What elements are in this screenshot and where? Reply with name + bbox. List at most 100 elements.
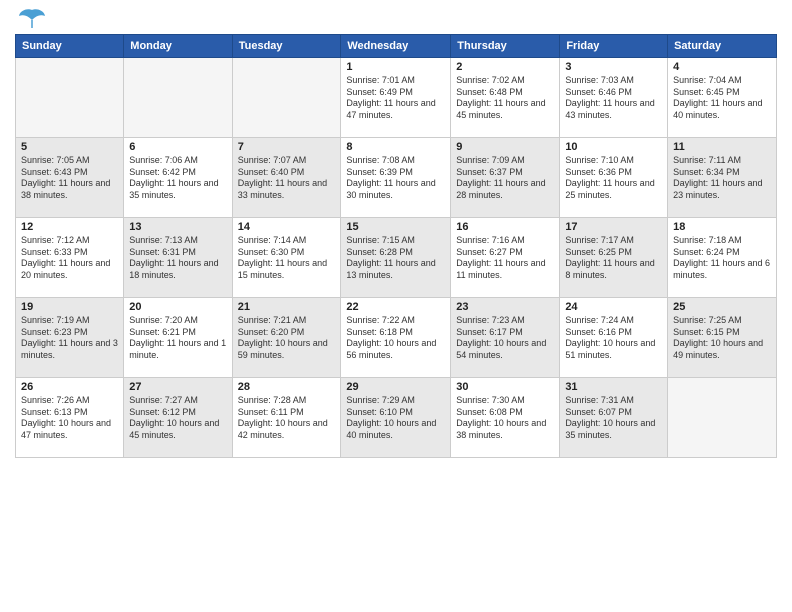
calendar-cell: 15 Sunrise: 7:15 AM Sunset: 6:28 PM Dayli… [341, 218, 451, 298]
day-info: Sunrise: 7:05 AM Sunset: 6:43 PM Dayligh… [21, 155, 118, 202]
day-info: Sunrise: 7:27 AM Sunset: 6:12 PM Dayligh… [129, 395, 226, 442]
calendar-cell: 5Sunrise: 7:05 AM Sunset: 6:43 PM Daylig… [16, 138, 124, 218]
page: SundayMondayTuesdayWednesdayThursdayFrid… [0, 0, 792, 612]
calendar-cell: 27 Sunrise: 7:27 AM Sunset: 6:12 PM Dayli… [124, 378, 232, 458]
day-info: Sunrise: 7:23 AM Sunset: 6:17 PM Dayligh… [456, 315, 554, 362]
weekday-header-sunday: Sunday [16, 35, 124, 58]
day-number: 1 [346, 61, 445, 73]
day-info: Sunrise: 7:09 AM Sunset: 6:37 PM Dayligh… [456, 155, 554, 202]
day-info: Sunrise: 7:28 AM Sunset: 6:11 PM Dayligh… [238, 395, 336, 442]
day-info: Sunrise: 7:24 AM Sunset: 6:16 PM Dayligh… [565, 315, 662, 362]
calendar-cell: 29 Sunrise: 7:29 AM Sunset: 6:10 PM Dayli… [341, 378, 451, 458]
day-info: Sunrise: 7:04 AM Sunset: 6:45 PM Dayligh… [673, 75, 771, 122]
day-info: Sunrise: 7:01 AM Sunset: 6:49 PM Dayligh… [346, 75, 445, 122]
day-info: Sunrise: 7:18 AM Sunset: 6:24 PM Dayligh… [673, 235, 771, 282]
day-number: 19 [21, 301, 118, 313]
day-info: Sunrise: 7:26 AM Sunset: 6:13 PM Dayligh… [21, 395, 118, 442]
day-number: 16 [456, 221, 554, 233]
day-number: 31 [565, 381, 662, 393]
day-number: 30 [456, 381, 554, 393]
calendar-header-row: SundayMondayTuesdayWednesdayThursdayFrid… [16, 35, 777, 58]
calendar-cell: 7 Sunrise: 7:07 AM Sunset: 6:40 PM Daylig… [232, 138, 341, 218]
day-number: 13 [129, 221, 226, 233]
calendar-week-row: 19 Sunrise: 7:19 AM Sunset: 6:23 PM Dayli… [16, 298, 777, 378]
calendar-cell: 8Sunrise: 7:08 AM Sunset: 6:39 PM Daylig… [341, 138, 451, 218]
calendar-cell: 10Sunrise: 7:10 AM Sunset: 6:36 PM Dayli… [560, 138, 668, 218]
day-info: Sunrise: 7:31 AM Sunset: 6:07 PM Dayligh… [565, 395, 662, 442]
day-info: Sunrise: 7:06 AM Sunset: 6:42 PM Dayligh… [129, 155, 226, 202]
day-number: 29 [346, 381, 445, 393]
day-number: 3 [565, 61, 662, 73]
day-number: 20 [129, 301, 226, 313]
calendar-table: SundayMondayTuesdayWednesdayThursdayFrid… [15, 34, 777, 458]
calendar-cell: 18 Sunrise: 7:18 AM Sunset: 6:24 PM Dayli… [668, 218, 777, 298]
calendar-cell: 17 Sunrise: 7:17 AM Sunset: 6:25 PM Dayli… [560, 218, 668, 298]
calendar-week-row: 5Sunrise: 7:05 AM Sunset: 6:43 PM Daylig… [16, 138, 777, 218]
header [15, 10, 777, 26]
calendar-cell: 19 Sunrise: 7:19 AM Sunset: 6:23 PM Dayli… [16, 298, 124, 378]
day-number: 4 [673, 61, 771, 73]
day-number: 22 [346, 301, 445, 313]
day-number: 23 [456, 301, 554, 313]
day-number: 25 [673, 301, 771, 313]
calendar-cell: 12 Sunrise: 7:12 AM Sunset: 6:33 PM Dayli… [16, 218, 124, 298]
day-info: Sunrise: 7:15 AM Sunset: 6:28 PM Dayligh… [346, 235, 445, 282]
day-info: Sunrise: 7:12 AM Sunset: 6:33 PM Dayligh… [21, 235, 118, 282]
day-info: Sunrise: 7:11 AM Sunset: 6:34 PM Dayligh… [673, 155, 771, 202]
calendar-cell: 14Sunrise: 7:14 AM Sunset: 6:30 PM Dayli… [232, 218, 341, 298]
weekday-header-tuesday: Tuesday [232, 35, 341, 58]
calendar-cell: 2 Sunrise: 7:02 AM Sunset: 6:48 PM Daylig… [451, 58, 560, 138]
calendar-cell: 30 Sunrise: 7:30 AM Sunset: 6:08 PM Dayli… [451, 378, 560, 458]
day-info: Sunrise: 7:13 AM Sunset: 6:31 PM Dayligh… [129, 235, 226, 282]
calendar-cell: 24 Sunrise: 7:24 AM Sunset: 6:16 PM Dayli… [560, 298, 668, 378]
logo-bird-icon [18, 8, 46, 30]
calendar-cell: 21 Sunrise: 7:21 AM Sunset: 6:20 PM Dayli… [232, 298, 341, 378]
day-info: Sunrise: 7:29 AM Sunset: 6:10 PM Dayligh… [346, 395, 445, 442]
calendar-cell: 1 Sunrise: 7:01 AM Sunset: 6:49 PM Daylig… [341, 58, 451, 138]
day-info: Sunrise: 7:17 AM Sunset: 6:25 PM Dayligh… [565, 235, 662, 282]
weekday-header-saturday: Saturday [668, 35, 777, 58]
day-info: Sunrise: 7:07 AM Sunset: 6:40 PM Dayligh… [238, 155, 336, 202]
calendar-cell: 3 Sunrise: 7:03 AM Sunset: 6:46 PM Daylig… [560, 58, 668, 138]
day-number: 2 [456, 61, 554, 73]
day-info: Sunrise: 7:02 AM Sunset: 6:48 PM Dayligh… [456, 75, 554, 122]
day-number: 15 [346, 221, 445, 233]
calendar-cell [16, 58, 124, 138]
day-number: 18 [673, 221, 771, 233]
day-number: 28 [238, 381, 336, 393]
day-number: 26 [21, 381, 118, 393]
day-number: 24 [565, 301, 662, 313]
day-number: 14 [238, 221, 336, 233]
calendar-cell: 11 Sunrise: 7:11 AM Sunset: 6:34 PM Dayli… [668, 138, 777, 218]
calendar-cell: 31 Sunrise: 7:31 AM Sunset: 6:07 PM Dayli… [560, 378, 668, 458]
calendar-week-row: 12 Sunrise: 7:12 AM Sunset: 6:33 PM Dayli… [16, 218, 777, 298]
calendar-cell [232, 58, 341, 138]
day-info: Sunrise: 7:19 AM Sunset: 6:23 PM Dayligh… [21, 315, 118, 362]
day-info: Sunrise: 7:20 AM Sunset: 6:21 PM Dayligh… [129, 315, 226, 362]
day-info: Sunrise: 7:21 AM Sunset: 6:20 PM Dayligh… [238, 315, 336, 362]
day-number: 6 [129, 141, 226, 153]
day-number: 27 [129, 381, 226, 393]
day-number: 11 [673, 141, 771, 153]
day-number: 9 [456, 141, 554, 153]
calendar-cell: 6 Sunrise: 7:06 AM Sunset: 6:42 PM Daylig… [124, 138, 232, 218]
day-number: 12 [21, 221, 118, 233]
day-info: Sunrise: 7:03 AM Sunset: 6:46 PM Dayligh… [565, 75, 662, 122]
calendar-cell: 23 Sunrise: 7:23 AM Sunset: 6:17 PM Dayli… [451, 298, 560, 378]
day-info: Sunrise: 7:25 AM Sunset: 6:15 PM Dayligh… [673, 315, 771, 362]
day-number: 17 [565, 221, 662, 233]
calendar-cell: 26 Sunrise: 7:26 AM Sunset: 6:13 PM Dayli… [16, 378, 124, 458]
calendar-cell: 20 Sunrise: 7:20 AM Sunset: 6:21 PM Dayli… [124, 298, 232, 378]
day-number: 21 [238, 301, 336, 313]
day-number: 7 [238, 141, 336, 153]
calendar-cell: 22Sunrise: 7:22 AM Sunset: 6:18 PM Dayli… [341, 298, 451, 378]
calendar-cell: 16Sunrise: 7:16 AM Sunset: 6:27 PM Dayli… [451, 218, 560, 298]
calendar-cell [124, 58, 232, 138]
day-info: Sunrise: 7:30 AM Sunset: 6:08 PM Dayligh… [456, 395, 554, 442]
calendar-cell: 9 Sunrise: 7:09 AM Sunset: 6:37 PM Daylig… [451, 138, 560, 218]
weekday-header-wednesday: Wednesday [341, 35, 451, 58]
calendar-cell: 25 Sunrise: 7:25 AM Sunset: 6:15 PM Dayli… [668, 298, 777, 378]
weekday-header-friday: Friday [560, 35, 668, 58]
weekday-header-monday: Monday [124, 35, 232, 58]
day-info: Sunrise: 7:10 AM Sunset: 6:36 PM Dayligh… [565, 155, 662, 202]
